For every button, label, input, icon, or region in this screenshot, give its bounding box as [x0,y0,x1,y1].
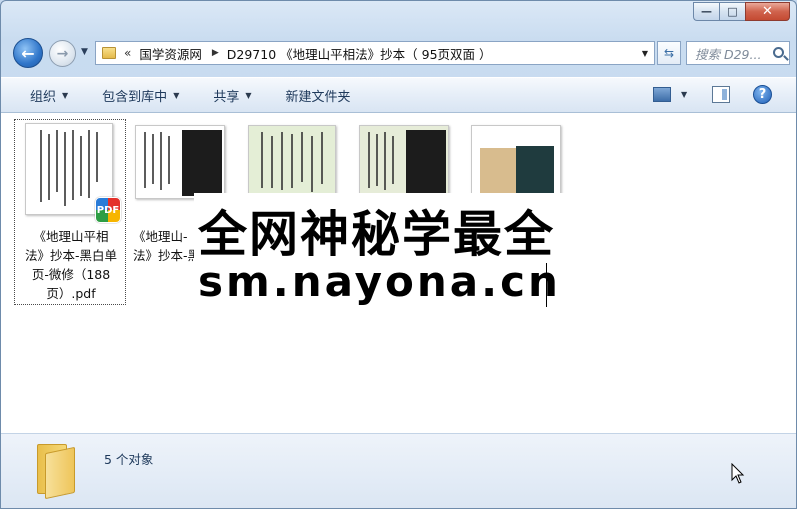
manuscript-column [56,130,58,192]
file-thumbnail-2[interactable] [135,125,225,199]
manuscript-column [48,134,50,200]
manuscript-column [64,132,66,206]
manuscript-column [301,132,303,182]
new-folder-button[interactable]: 新建文件夹 [273,78,364,112]
file-label-line: 法》抄本-黑白单 [24,248,117,263]
manuscript-column [271,136,273,188]
caption-buttons: — □ ✕ [693,2,790,21]
file-thumbnail-3[interactable] [248,125,336,199]
organize-menu[interactable]: 组织 ▼ [17,78,81,112]
manuscript-column [88,130,90,198]
manuscript-column [281,132,283,190]
manuscript-column [152,134,154,184]
scan-dark-page [516,146,554,196]
new-folder-label: 新建文件夹 [285,89,351,105]
forward-arrow-icon: → [56,45,69,62]
maximize-button[interactable]: □ [719,2,745,21]
breadcrumb-item-root[interactable]: 国学资源网 [139,44,202,63]
minimize-icon: — [701,5,712,18]
help-icon[interactable]: ? [753,85,772,104]
scan-dark-page [182,130,222,196]
share-menu[interactable]: 共享 ▼ [200,78,264,112]
refresh-button[interactable]: ⇆ [657,41,681,65]
manuscript-column [80,136,82,196]
file-label-1[interactable]: 《地理山平相 法》抄本-黑白单 页-微修（188 页）.pdf [17,227,125,303]
recent-pages-dropdown[interactable]: ▼ [81,47,88,57]
text-caret [546,263,547,307]
file-list-view[interactable]: PDF 《地理山平相 法》抄本-黑白单 页-微修（188 页）.pdf 《地理山… [1,113,796,433]
search-icon[interactable] [773,47,784,58]
explorer-window: — □ ✕ ← → ▼ « 国学资源网 ▶ D29710 《地理山平相法》抄本（… [0,0,797,509]
pdf-file-icon: PDF [95,197,121,223]
manuscript-column [72,130,74,200]
scan-tan-page [480,148,516,196]
back-button[interactable]: ← [13,38,43,68]
manuscript-column [40,130,42,202]
breadcrumb-item-current[interactable]: D29710 《地理山平相法》抄本（ 95页双面 ） [227,44,492,63]
scan-dark-page [406,130,446,196]
chevron-down-icon: ▼ [173,90,180,100]
organize-label: 组织 [30,89,57,105]
file-label-line: 《地理山平相 [33,229,109,244]
close-button[interactable]: ✕ [745,2,790,21]
close-icon: ✕ [762,4,773,19]
chevron-down-icon: ▼ [62,90,69,100]
minimize-button[interactable]: — [693,2,719,21]
navigation-bar: ← → ▼ « 国学资源网 ▶ D29710 《地理山平相法》抄本（ 95页双面… [9,38,790,68]
file-label-line: 页-微修（188 [31,267,111,282]
manuscript-column [160,132,162,190]
maximize-icon: □ [727,5,738,18]
mouse-pointer-icon [731,463,745,484]
file-label-line: 页）.pdf [46,286,96,301]
item-count: 5 个对象 [104,452,154,467]
view-options-dropdown-icon[interactable]: ▼ [681,90,687,99]
manuscript-column [144,132,146,188]
change-view-icon[interactable] [653,87,671,102]
manuscript-column [376,134,378,186]
watermark-overlay: 全网神秘学最全 sm.nayona.cn [194,193,604,315]
include-in-library-menu[interactable]: 包含到库中 ▼ [89,78,192,112]
manuscript-column [311,136,313,192]
folder-icon [102,47,116,59]
address-dropdown-icon[interactable]: ▼ [642,49,648,58]
folder-icon [33,444,79,500]
manuscript-column [368,132,370,188]
back-arrow-icon: ← [21,43,35,63]
include-library-label: 包含到库中 [102,89,168,105]
manuscript-column [291,134,293,188]
details-pane: 5 个对象 [1,433,796,508]
manuscript-column [96,132,98,182]
manuscript-column [392,136,394,184]
watermark-url: sm.nayona.cn [198,257,561,306]
preview-pane-icon[interactable] [712,86,730,103]
forward-button[interactable]: → [49,40,76,67]
address-bar[interactable]: « 国学资源网 ▶ D29710 《地理山平相法》抄本（ 95页双面 ） ▼ [95,41,655,65]
chevron-down-icon: ▼ [245,90,252,100]
file-thumbnail-4[interactable] [359,125,449,199]
watermark-title: 全网神秘学最全 [198,206,556,263]
refresh-icon: ⇆ [663,46,675,60]
search-placeholder: 搜索 D29... [695,46,762,62]
breadcrumb-overflow-icon[interactable]: « [124,46,131,60]
manuscript-column [261,132,263,188]
search-box[interactable]: 搜索 D29... [686,41,790,65]
manuscript-column [384,132,386,190]
command-bar: 组织 ▼ 包含到库中 ▼ 共享 ▼ 新建文件夹 ▼ ? [1,77,796,113]
manuscript-column [321,132,323,184]
breadcrumb-separator-icon[interactable]: ▶ [212,48,219,58]
manuscript-column [168,136,170,184]
share-label: 共享 [213,89,240,105]
file-thumbnail-5[interactable] [471,125,561,199]
